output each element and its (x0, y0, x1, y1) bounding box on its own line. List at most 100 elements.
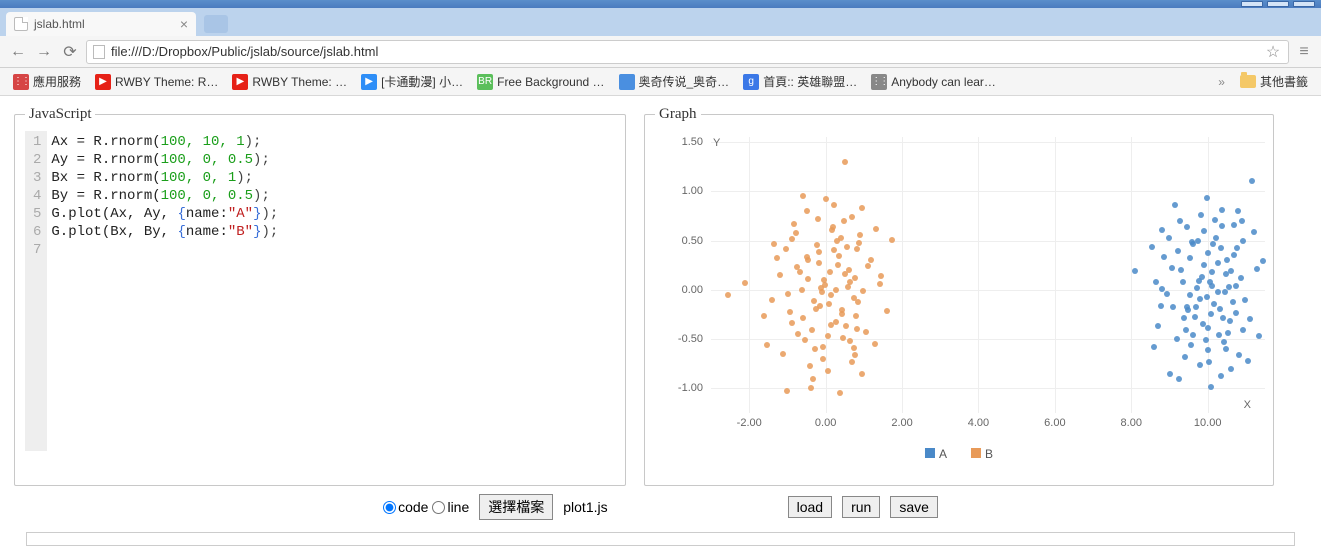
load-button[interactable]: load (788, 496, 832, 518)
code-lines[interactable]: Ax = R.rnorm(100, 10, 1);Ay = R.rnorm(10… (47, 131, 282, 451)
data-point (807, 363, 813, 369)
bookmark-item[interactable]: ▶[卡通動漫] 小… (356, 70, 468, 93)
close-window-button[interactable] (1293, 1, 1315, 7)
data-point (820, 356, 826, 362)
minimize-button[interactable] (1241, 1, 1263, 7)
url-input[interactable] (111, 44, 1258, 59)
radio-line-input[interactable] (432, 501, 445, 514)
graph-panel: Graph -1.00-0.500.000.501.001.50 -2.000.… (644, 106, 1274, 486)
y-axis-ticks: -1.00-0.500.000.501.001.50 (655, 137, 707, 413)
other-bookmarks-folder[interactable]: 其他書籤 (1235, 70, 1313, 93)
code-line[interactable]: G.plot(Ax, Ay, {name:"A"}); (51, 205, 278, 223)
data-point (810, 376, 816, 382)
browser-tab[interactable]: jslab.html × (6, 12, 196, 36)
data-point (809, 327, 815, 333)
data-point (1233, 283, 1239, 289)
address-bar[interactable]: ☆ (86, 40, 1289, 64)
run-button[interactable]: run (842, 496, 880, 518)
tab-close-icon[interactable]: × (180, 17, 188, 31)
radio-code-input[interactable] (383, 501, 396, 514)
x-tick-label: -2.00 (737, 417, 762, 429)
data-point (838, 235, 844, 241)
data-point (1151, 344, 1157, 350)
data-point (1209, 283, 1215, 289)
bookmark-item[interactable]: ▶RWBY Theme: R… (90, 71, 223, 93)
code-line[interactable]: By = R.rnorm(100, 0, 0.5); (51, 187, 278, 205)
data-point (1183, 327, 1189, 333)
bookmark-item[interactable]: ▶ RWBY Theme: … (227, 71, 352, 93)
bookmark-item[interactable]: 奥奇传说_奥奇… (614, 70, 735, 93)
code-line[interactable]: Ay = R.rnorm(100, 0, 0.5); (51, 151, 278, 169)
save-button[interactable]: save (890, 496, 938, 518)
choose-file-button[interactable]: 選擇檔案 (479, 494, 553, 520)
reload-button[interactable]: ⟳ (60, 42, 80, 62)
code-line[interactable] (51, 241, 278, 259)
data-point (1180, 279, 1186, 285)
data-point (1235, 208, 1241, 214)
bookmark-label: RWBY Theme: … (252, 75, 347, 89)
code-editor[interactable]: 1234567 Ax = R.rnorm(100, 10, 1);Ay = R.… (25, 131, 615, 451)
bookmark-label: 應用服務 (33, 73, 81, 90)
bookmark-item[interactable]: ⋮⋮Anybody can lear… (866, 71, 1001, 93)
data-point (1192, 314, 1198, 320)
tab-title: jslab.html (34, 17, 85, 31)
data-point (1208, 311, 1214, 317)
forward-button[interactable]: → (34, 42, 54, 62)
data-point (884, 308, 890, 314)
data-point (841, 218, 847, 224)
data-point (1227, 318, 1233, 324)
y-tick-label: 0.50 (682, 235, 703, 247)
data-point (1221, 339, 1227, 345)
bookmark-overflow-icon[interactable]: » (1218, 75, 1225, 89)
x-tick-label: 0.00 (815, 417, 836, 429)
youtube-icon: ▶ (232, 74, 248, 90)
code-line[interactable]: Bx = R.rnorm(100, 0, 1); (51, 169, 278, 187)
data-point (1159, 227, 1165, 233)
legend-swatch (925, 448, 935, 458)
data-point (825, 368, 831, 374)
data-point (849, 359, 855, 365)
data-point (802, 337, 808, 343)
maximize-button[interactable] (1267, 1, 1289, 7)
x-tick-label: 8.00 (1121, 417, 1142, 429)
data-point (833, 319, 839, 325)
data-point (842, 159, 848, 165)
bookmark-item[interactable]: BRFree Background … (472, 71, 609, 93)
data-point (1197, 296, 1203, 302)
data-point (1217, 306, 1223, 312)
radio-line[interactable]: line (432, 499, 469, 515)
data-point (789, 236, 795, 242)
data-point (1199, 274, 1205, 280)
browser-toolbar: ← → ⟳ ☆ ≡ (0, 36, 1321, 68)
bookmark-item[interactable]: ⋮⋮應用服務 (8, 70, 86, 93)
back-button[interactable]: ← (8, 42, 28, 62)
data-point (1228, 366, 1234, 372)
apps-icon: ⋮⋮ (871, 74, 887, 90)
data-point (823, 196, 829, 202)
data-point (1204, 195, 1210, 201)
y-tick-label: -1.00 (678, 382, 703, 394)
data-point (1236, 352, 1242, 358)
legend-item: A (925, 447, 947, 461)
data-point (800, 315, 806, 321)
code-line[interactable]: G.plot(Bx, By, {name:"B"}); (51, 223, 278, 241)
data-point (1231, 252, 1237, 258)
data-point (1216, 332, 1222, 338)
bookmark-item[interactable]: g首頁:: 英雄聯盟… (738, 70, 862, 93)
data-point (808, 385, 814, 391)
new-tab-button[interactable] (204, 15, 228, 33)
chrome-menu-icon[interactable]: ≡ (1295, 43, 1313, 61)
data-point (1166, 235, 1172, 241)
data-point (783, 246, 789, 252)
data-point (789, 320, 795, 326)
code-line[interactable]: Ax = R.rnorm(100, 10, 1); (51, 133, 278, 151)
bookmark-label: 首頁:: 英雄聯盟… (763, 73, 857, 90)
data-point (1256, 333, 1262, 339)
x-tick-label: 10.00 (1194, 417, 1222, 429)
radio-code[interactable]: code (383, 499, 428, 515)
data-point (877, 281, 883, 287)
data-point (835, 262, 841, 268)
data-point (799, 287, 805, 293)
bookmark-star-icon[interactable]: ☆ (1264, 43, 1282, 61)
data-point (1132, 268, 1138, 274)
